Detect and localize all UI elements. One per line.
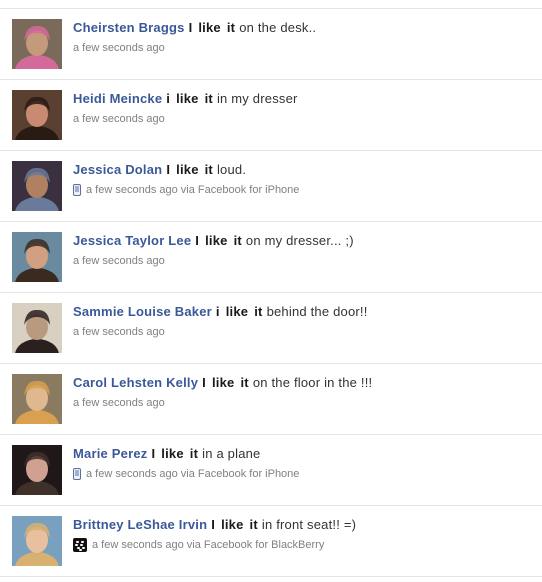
timestamp-link[interactable]: a few seconds ago xyxy=(73,396,165,410)
story-text: Jessica Dolan Ilike it loud. xyxy=(73,162,246,178)
subject-word: I xyxy=(211,517,216,532)
timestamp-link[interactable]: a few seconds ago via Facebook for iPhon… xyxy=(86,183,299,197)
story-meta: a few seconds ago via Facebook for iPhon… xyxy=(73,467,299,481)
story-text: Marie Perez Ilike it in a plane xyxy=(73,446,261,462)
subject-word: i xyxy=(166,91,171,106)
feed-story: Heidi Meincke i like it in my dresser a few s… xyxy=(0,80,542,151)
story-meta: a few seconds ago xyxy=(73,112,165,126)
object-word: it xyxy=(254,304,263,319)
verb-word: like xyxy=(205,233,228,248)
story-text: Carol Lehsten Kelly Ilike it on the floor i… xyxy=(73,375,372,391)
subject-word: I xyxy=(151,446,156,461)
story-message: in front seat!! =) xyxy=(261,517,357,532)
timestamp-link[interactable]: a few seconds ago via Facebook for iPhon… xyxy=(86,467,299,481)
object-word: it xyxy=(249,517,258,532)
user-name-link[interactable]: Sammie Louise Baker xyxy=(73,304,212,319)
object-word: it xyxy=(204,162,213,177)
feed-story: Carol Lehsten Kelly Ilike it on the floor i… xyxy=(0,364,542,435)
verb-word: like xyxy=(176,91,199,106)
story-message: on the desk.. xyxy=(239,20,317,35)
verb-word: like xyxy=(221,517,244,532)
story-message: loud. xyxy=(216,162,247,177)
timestamp-link[interactable]: a few seconds ago xyxy=(73,325,165,339)
subject-word: i xyxy=(215,304,220,319)
feed-story: Brittney LeShae Irvin Ilike it in front sea… xyxy=(0,506,542,577)
verb-word: like xyxy=(198,20,221,35)
story-message: behind the door!! xyxy=(266,304,368,319)
phone-icon xyxy=(73,468,81,480)
story-text: Brittney LeShae Irvin Ilike it in front sea… xyxy=(73,517,356,533)
feed-story: Jessica Taylor Lee Ilike it on my dresser..… xyxy=(0,222,542,293)
story-meta: a few seconds ago via Facebook for Black… xyxy=(73,538,324,552)
profile-avatar[interactable] xyxy=(12,90,62,140)
blackberry-icon xyxy=(73,538,87,552)
timestamp-link[interactable]: a few seconds ago xyxy=(73,41,165,55)
user-name-link[interactable]: Jessica Dolan xyxy=(73,162,162,177)
story-message: on my dresser... ;) xyxy=(245,233,354,248)
profile-avatar[interactable] xyxy=(12,374,62,424)
profile-avatar[interactable] xyxy=(12,516,62,566)
feed-story: Cheirsten Braggs Ilike it on the desk.. a fe… xyxy=(0,9,542,80)
timestamp-link[interactable]: a few seconds ago xyxy=(73,254,165,268)
object-word: it xyxy=(189,446,199,461)
story-message: on the floor in the !!! xyxy=(252,375,373,390)
verb-word: like xyxy=(211,375,235,390)
phone-icon xyxy=(73,184,81,196)
object-word: it xyxy=(204,91,213,106)
news-feed: Cheirsten Braggs Ilike it on the desk.. a fe… xyxy=(0,0,542,582)
profile-avatar[interactable] xyxy=(12,161,62,211)
story-meta: a few seconds ago xyxy=(73,254,165,268)
subject-word: I xyxy=(188,20,193,35)
story-text: Jessica Taylor Lee Ilike it on my dresser..… xyxy=(73,233,354,249)
subject-word: I xyxy=(195,233,200,248)
profile-avatar[interactable] xyxy=(12,303,62,353)
feed-story: Jessica Dolan Ilike it loud. a few seconds a… xyxy=(0,151,542,222)
user-name-link[interactable]: Brittney LeShae Irvin xyxy=(73,517,207,532)
story-text: Heidi Meincke i like it in my dresser xyxy=(73,91,298,107)
story-meta: a few seconds ago via Facebook for iPhon… xyxy=(73,183,299,197)
verb-word: like xyxy=(161,446,184,461)
subject-word: I xyxy=(202,375,206,390)
verb-word: like xyxy=(176,162,199,177)
profile-avatar[interactable] xyxy=(12,232,62,282)
profile-avatar[interactable] xyxy=(12,19,62,69)
timestamp-link[interactable]: a few seconds ago xyxy=(73,112,165,126)
verb-word: like xyxy=(225,304,249,319)
object-word: it xyxy=(226,20,236,35)
user-name-link[interactable]: Jessica Taylor Lee xyxy=(73,233,191,248)
profile-avatar[interactable] xyxy=(12,445,62,495)
feed-story: Marie Perez Ilike it in a plane a few second… xyxy=(0,435,542,506)
user-name-link[interactable]: Marie Perez xyxy=(73,446,147,461)
story-message: in my dresser xyxy=(216,91,298,106)
story-message: in a plane xyxy=(202,446,261,461)
feed-story: Sammie Louise Baker i like it behind the doo… xyxy=(0,293,542,364)
object-word: it xyxy=(240,375,249,390)
story-meta: a few seconds ago xyxy=(73,325,165,339)
story-meta: a few seconds ago xyxy=(73,41,165,55)
subject-word: I xyxy=(166,162,171,177)
user-name-link[interactable]: Cheirsten Braggs xyxy=(73,20,185,35)
user-name-link[interactable]: Carol Lehsten Kelly xyxy=(73,375,198,390)
story-text: Cheirsten Braggs Ilike it on the desk.. xyxy=(73,20,316,36)
user-name-link[interactable]: Heidi Meincke xyxy=(73,91,162,106)
object-word: it xyxy=(233,233,242,248)
story-text: Sammie Louise Baker i like it behind the doo… xyxy=(73,304,368,320)
timestamp-link[interactable]: a few seconds ago via Facebook for Black… xyxy=(92,538,324,552)
story-meta: a few seconds ago xyxy=(73,396,165,410)
